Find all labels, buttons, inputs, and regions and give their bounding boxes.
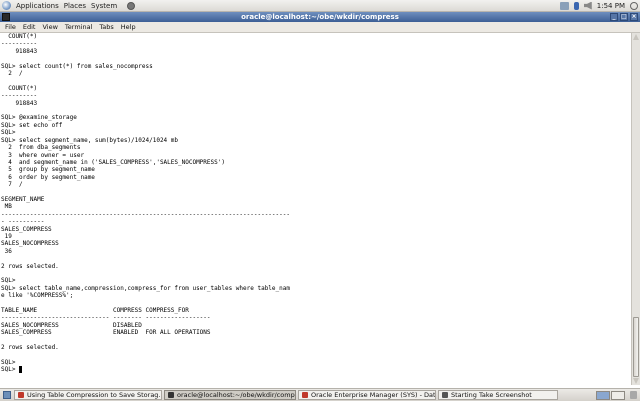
workspace-1[interactable] [596,390,610,400]
terminal-window-icon[interactable] [2,13,10,21]
terminal-output[interactable]: COUNT(*) ---------- 918843 SQL> select co… [0,33,631,385]
system-tray: 1:54 PM [559,0,638,11]
clock[interactable]: 1:54 PM [597,2,625,10]
terminal-line: SALES_COMPRESS ENABLED FOR ALL OPERATION… [1,329,211,337]
scroll-up-icon[interactable] [633,34,639,40]
web-browser-icon[interactable] [127,1,136,10]
terminal-line: e like '%COMPRESS%'; [1,292,74,300]
volume-icon[interactable] [583,1,592,10]
terminal-line: SALES_NOCOMPRESS DISABLED [1,321,142,329]
window-titlebar[interactable]: oracle@localhost:~/obe/wkdir/compress _ … [0,12,640,22]
vertical-scrollbar[interactable] [631,33,640,385]
terminal-line: 19 [1,232,12,240]
workspace-2[interactable] [611,390,625,400]
terminal-line: ----------------------------------------… [1,210,290,218]
terminal-line: SQL> set echo off [1,121,63,129]
task-app-icon [18,392,24,398]
menu-tabs[interactable]: Tabs [99,23,113,31]
taskbar-button-label: Starting Take Screenshot [451,391,532,399]
task-app-icon [442,392,448,398]
trash-icon[interactable] [630,391,637,399]
terminal-line: MB [1,203,12,211]
terminal-line: SQL> [1,129,16,137]
taskbar-button-label: oracle@localhost:~/obe/wkdir/compress [177,391,296,399]
terminal-line: SQL> [1,277,16,285]
applications-menu[interactable]: Applications [16,2,59,10]
terminal-line: 2 rows selected. [1,344,59,352]
terminal-line: COUNT(*) [1,33,38,40]
terminal-line: 7 / [1,181,23,189]
terminal-line: SALES_NOCOMPRESS [1,240,59,248]
menu-view[interactable]: View [42,23,57,31]
menu-terminal[interactable]: Terminal [65,23,92,31]
terminal-line: 6 order by segment_name [1,173,95,181]
terminal-line: SQL> select count(*) from sales_nocompre… [1,62,153,70]
taskbar-button[interactable]: Starting Take Screenshot [438,390,558,400]
bluetooth-icon[interactable] [573,1,579,10]
terminal-line: SEGMENT_NAME [1,195,45,203]
task-list: Using Table Compression to Save Storag..… [14,390,560,400]
minimize-icon[interactable]: _ [610,13,618,21]
menu-help[interactable]: Help [121,23,136,31]
terminal-line: 2 from dba_segments [1,144,81,152]
terminal-line: - ---------- [1,218,45,226]
terminal-line: SQL> select segment_name, sum(bytes)/102… [1,136,179,144]
terminal-line: 3 where owner = user [1,151,85,159]
text-cursor [19,366,23,374]
workspace-switcher[interactable] [596,390,625,400]
top-panel: Applications Places System 1:54 PM [0,0,640,12]
window-title: oracle@localhost:~/obe/wkdir/compress [241,13,399,21]
taskbar-button-label: Oracle Enterprise Manager (SYS) - Datab.… [311,391,436,399]
terminal-line: SQL> @examine_storage [1,114,77,122]
taskbar-button-label: Using Table Compression to Save Storag..… [27,391,162,399]
maximize-icon[interactable]: □ [620,13,628,21]
taskbar-button[interactable]: Oracle Enterprise Manager (SYS) - Datab.… [298,390,436,400]
terminal-line: ---------- [1,92,38,100]
power-icon[interactable] [630,1,638,10]
taskbar-button[interactable]: Using Table Compression to Save Storag..… [14,390,162,400]
show-desktop-icon[interactable] [3,391,11,399]
terminal-line: SQL> [1,366,631,374]
close-icon[interactable]: × [630,13,638,21]
terminal-line: SQL> select table_name,compression,compr… [1,284,290,292]
menubar: File Edit View Terminal Tabs Help [0,22,640,33]
terminal-lines: COUNT(*) ---------- 918843 SQL> select co… [0,33,631,374]
system-menu[interactable]: System [91,2,117,10]
places-menu[interactable]: Places [64,2,86,10]
terminal-line: SQL> [1,358,16,366]
task-app-icon [168,392,174,398]
scroll-thumb[interactable] [633,317,639,377]
window-controls: _ □ × [610,13,638,21]
task-app-icon [302,392,308,398]
foot-logo-icon[interactable] [2,1,11,10]
terminal-line: 2 / [1,70,23,78]
terminal-line: SALES_COMPRESS [1,225,52,233]
scroll-down-icon[interactable] [633,378,639,384]
terminal-line: ---------- [1,40,38,48]
menu-edit[interactable]: Edit [23,23,36,31]
menu-file[interactable]: File [5,23,16,31]
network-icon[interactable] [559,1,569,10]
terminal-line: 36 [1,247,12,255]
terminal-line: ------------------------------ -------- … [1,314,211,322]
terminal-line: TABLE_NAME COMPRESS COMPRESS_FOR [1,307,189,315]
bottom-panel: Using Table Compression to Save Storag..… [0,388,640,401]
terminal-line: 2 rows selected. [1,262,59,270]
terminal-line: 5 group by segment_name [1,166,95,174]
taskbar-button[interactable]: oracle@localhost:~/obe/wkdir/compress [164,390,296,400]
terminal-line: COUNT(*) [1,84,38,92]
terminal-line: 918843 [1,47,38,55]
terminal-line: 4 and segment_name in ('SALES_COMPRESS',… [1,158,225,166]
terminal-line: 918843 [1,99,38,107]
